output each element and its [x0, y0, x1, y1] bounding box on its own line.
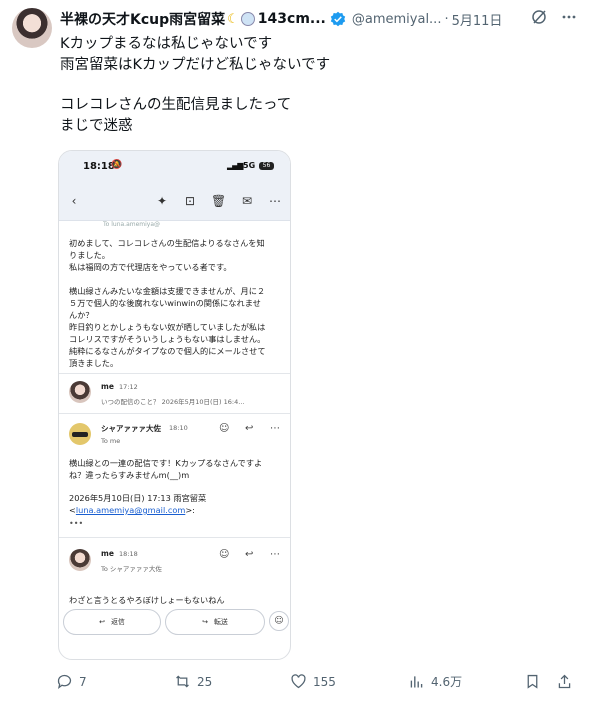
share-icon	[558, 674, 571, 689]
sender-avatar	[69, 381, 91, 403]
repost-action[interactable]: 25	[174, 673, 212, 690]
msg-sender: me	[101, 382, 114, 391]
tweet-line: Kカップまるなは私じゃないです	[60, 36, 273, 52]
quote-header: 2026年5月10日(日) 17:13 雨宮留菜	[69, 493, 207, 503]
more-icon: ⋯	[270, 549, 280, 560]
display-name[interactable]: 半裸の天才Kcup雨宮留菜	[60, 9, 225, 29]
msg-time: 18:10	[169, 424, 188, 432]
email-line: 初めまして、コレコレさんの生配信よりるなさんを知	[69, 238, 265, 248]
like-action[interactable]: 155	[290, 673, 336, 690]
tweet-timestamp[interactable]: 5月11日	[452, 10, 503, 29]
divider	[59, 537, 290, 538]
forward-icon: ↪	[202, 618, 208, 626]
reply-bubble-icon	[57, 674, 72, 689]
email-line: コレリスですがそういうしょうもない事はしません。	[69, 334, 266, 344]
quote-email-line: <luna.amemiya@gmail.com>:	[69, 505, 195, 515]
back-arrow-icon: ‹	[71, 194, 77, 208]
email-line: 横山緑さんみたいな金額は支援できませんが、月に２	[69, 286, 266, 296]
bookmark-action[interactable]	[524, 673, 541, 690]
msg-body: 横山緑との一連の配信です！Kカップるなさんですよ ね？違ったらすみませんm(__…	[69, 458, 263, 480]
msg-recipient: To シャアァァァ大佐	[101, 565, 162, 573]
emoji-reaction-button: ☺	[269, 611, 289, 631]
email-line: りました。	[69, 250, 110, 260]
reply-icon: ↩	[99, 618, 105, 626]
reply-label: 返信	[110, 618, 125, 626]
msg-sender: シャアァァァ大佐	[101, 424, 161, 433]
views-chart-icon	[410, 676, 423, 688]
reply-icon: ↩	[245, 423, 254, 434]
email-line: 純粋にるなさんがタイプなので個人的にメールさせて	[69, 346, 266, 356]
tweet-line: コレコレさんの生配信見ましたって	[60, 97, 292, 113]
views-count: 4.6万	[431, 675, 463, 689]
battery-icon: 56	[259, 162, 274, 170]
msg-body: わざと言うとるやろぼけしょーもないねん	[69, 595, 225, 605]
mail-icon: ✉	[241, 194, 253, 208]
sender-avatar	[69, 423, 91, 445]
tweet-line: まじで迷惑	[60, 117, 133, 134]
sparkle-icon: ✦	[156, 194, 168, 208]
mail-toolbar: ‹ ✦ ⊡ 🗑 ✉ ⋯	[59, 185, 290, 221]
face-emoji-icon	[240, 12, 255, 26]
emoji-icon: ☺	[219, 549, 230, 560]
attached-screenshot[interactable]: 18:18 🔕 ▂▄▆ 5G 56 ‹ ✦ ⊡ 🗑 ✉ ⋯ To luna.am…	[58, 150, 291, 660]
partial-recipient: To luna.amemiya@	[103, 221, 161, 228]
share-action[interactable]	[556, 673, 573, 690]
grok-icon[interactable]	[531, 9, 547, 25]
separator-dot: ·	[444, 11, 449, 27]
phone-status-bar: 18:18 🔕 ▂▄▆ 5G 56	[59, 151, 290, 185]
msg-preview: いつの配信のこと？ 2026年5月10日(日) 16:4...	[101, 398, 245, 406]
email-line: ５万で個人的な後腐れないwinwinの関係になれませ	[69, 298, 261, 308]
quoted-text-toggle: •••	[69, 519, 84, 528]
sender-avatar	[69, 549, 91, 571]
email-line: 頂きました。	[69, 358, 119, 368]
bookmark-icon	[527, 674, 538, 689]
author-avatar[interactable]	[12, 8, 52, 48]
email-line: んか？	[69, 310, 94, 320]
more-options-icon[interactable]	[561, 9, 577, 25]
tweet-action-bar: 7 25 155 4.6万	[56, 673, 576, 695]
reply-count: 7	[79, 674, 87, 689]
divider	[59, 413, 290, 414]
heart-icon	[291, 674, 306, 689]
display-name-suffix[interactable]: 143cm...	[258, 11, 326, 27]
more-icon: ⋯	[269, 194, 281, 208]
views-action[interactable]: 4.6万	[408, 673, 462, 690]
repost-icon	[176, 675, 189, 688]
signal-icon: ▂▄▆	[227, 161, 244, 170]
email-link[interactable]: luna.amemiya@gmail.com	[76, 505, 185, 515]
network-type: 5G	[243, 161, 256, 170]
tweet-text: Kカップまるなは私じゃないです 雨宮留菜はKカップだけど私じゃないです コレコレ…	[60, 34, 570, 136]
like-count: 155	[313, 674, 336, 689]
tweet-line: 雨宮留菜はKカップだけど私じゃないです	[60, 56, 331, 73]
tweet-header: 半裸の天才Kcup雨宮留菜 ☾ 143cm... @amemiyal... · …	[60, 8, 577, 30]
verified-badge-icon	[330, 11, 346, 27]
forward-label: 転送	[213, 618, 228, 626]
moon-emoji-icon: ☾	[227, 11, 239, 27]
repost-count: 25	[197, 674, 213, 689]
user-handle[interactable]: @amemiyal...	[352, 12, 442, 27]
more-icon: ⋯	[270, 423, 280, 434]
trash-icon: 🗑	[211, 194, 227, 208]
msg-time: 17:12	[119, 383, 138, 391]
reply-button: ↩ 返信	[63, 609, 161, 635]
archive-icon: ⊡	[184, 194, 196, 208]
msg-time: 18:18	[119, 550, 138, 558]
email-line: 昨日釣りとかしょうもない奴が晒していましたが私は	[69, 322, 266, 332]
divider	[59, 373, 290, 374]
reply-action[interactable]: 7	[56, 673, 87, 690]
mute-bell-icon: 🔕	[111, 160, 123, 170]
email-body: 初めまして、コレコレさんの生配信よりるなさんを知 りました。 私は福岡の方で代理…	[69, 237, 285, 369]
msg-recipient: To me	[101, 437, 121, 445]
forward-button: ↪ 転送	[165, 609, 265, 635]
emoji-icon: ☺	[219, 423, 230, 434]
email-line: 私は福岡の方で代理店をやっている者です。	[69, 262, 232, 272]
msg-sender: me	[101, 549, 114, 558]
reply-icon: ↩	[245, 549, 254, 560]
